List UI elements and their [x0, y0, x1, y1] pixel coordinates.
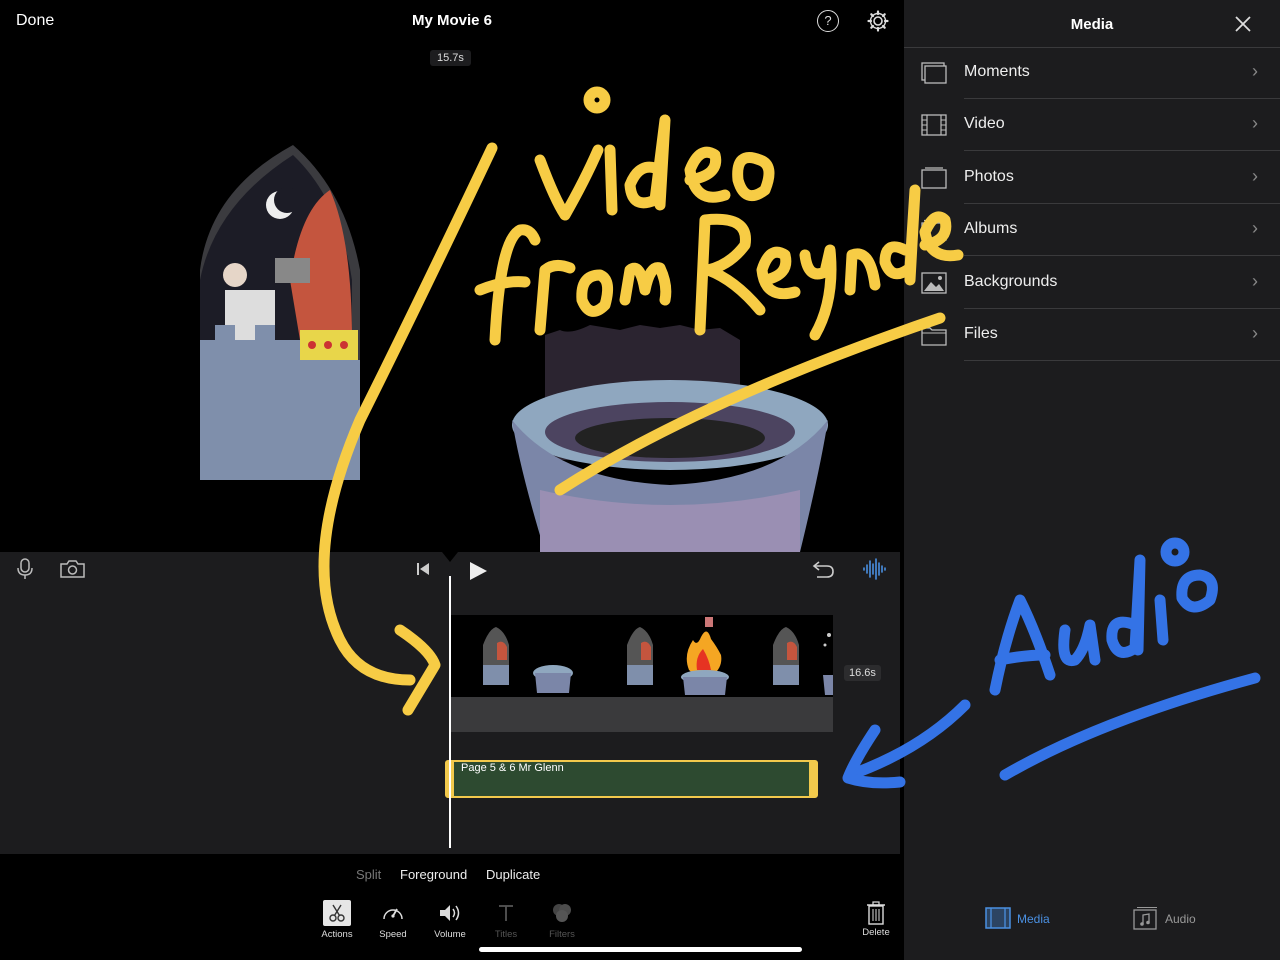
film-icon: [921, 114, 947, 136]
chevron-right-icon: ›: [1252, 61, 1258, 81]
chevron-right-icon: ›: [1252, 113, 1258, 133]
audio-waveform-icon[interactable]: [862, 558, 886, 580]
playhead-marker: [442, 552, 458, 562]
music-note-icon: [1133, 906, 1157, 930]
skip-to-start-icon[interactable]: [415, 561, 431, 577]
preview-frame-image: [200, 145, 828, 552]
undo-icon[interactable]: [811, 559, 835, 579]
media-row-label: Files: [964, 325, 998, 342]
playhead[interactable]: [449, 576, 451, 848]
tool-speed-label: Speed: [379, 929, 407, 940]
tool-volume[interactable]: Volume: [425, 900, 475, 940]
photos-icon: [921, 167, 947, 189]
play-icon[interactable]: [468, 560, 488, 582]
tool-actions-label: Actions: [321, 929, 353, 940]
video-clip-audio-track[interactable]: [451, 697, 833, 732]
moments-icon: [921, 62, 947, 84]
albums-icon: [921, 219, 947, 241]
media-panel-title: Media: [1070, 16, 1114, 33]
scissors-icon: [323, 900, 351, 926]
foreground-option[interactable]: Foreground: [400, 867, 467, 882]
tool-filters[interactable]: Filters: [537, 900, 587, 940]
preview-duration-badge: 15.7s: [430, 50, 471, 66]
delete-button[interactable]: Delete: [851, 900, 901, 938]
delete-label: Delete: [862, 927, 890, 938]
media-row-photos[interactable]: Photos ›: [904, 152, 1280, 204]
tab-media-label: Media: [1017, 912, 1050, 926]
media-row-label: Albums: [964, 220, 1018, 237]
film-icon: [985, 907, 1011, 929]
video-clip-thumbnails: [483, 617, 833, 695]
media-row-albums[interactable]: Albums ›: [904, 204, 1280, 256]
gear-icon[interactable]: [867, 10, 889, 32]
trash-icon: [867, 901, 885, 925]
video-clip[interactable]: [451, 615, 833, 697]
audio-clip-label: Page 5 & 6 Mr Glenn: [461, 762, 564, 774]
microphone-icon[interactable]: [16, 558, 34, 580]
video-preview[interactable]: [0, 40, 904, 552]
home-indicator: [479, 947, 802, 952]
split-option[interactable]: Split: [356, 867, 381, 882]
tool-speed[interactable]: Speed: [368, 900, 418, 940]
media-row-label: Video: [964, 115, 1005, 132]
chevron-right-icon: ›: [1252, 218, 1258, 238]
media-row-video[interactable]: Video ›: [904, 99, 1280, 151]
media-row-label: Photos: [964, 168, 1014, 185]
text-icon: [499, 905, 513, 921]
media-row-moments[interactable]: Moments ›: [904, 47, 1280, 99]
chevron-right-icon: ›: [1252, 323, 1258, 343]
filters-icon: [553, 904, 571, 922]
tool-titles[interactable]: Titles: [481, 900, 531, 940]
chevron-right-icon: ›: [1252, 271, 1258, 291]
camera-icon[interactable]: [60, 559, 85, 578]
duplicate-option[interactable]: Duplicate: [486, 867, 540, 882]
landscape-icon: [921, 272, 947, 294]
chevron-right-icon: ›: [1252, 166, 1258, 186]
project-title: My Movie 6: [411, 12, 493, 29]
tool-volume-label: Volume: [434, 929, 466, 940]
clip-duration-badge: 16.6s: [844, 665, 881, 681]
media-row-label: Moments: [964, 63, 1030, 80]
media-row-files[interactable]: Files ›: [904, 309, 1280, 361]
tab-audio-label: Audio: [1165, 912, 1196, 926]
tool-actions[interactable]: Actions: [312, 900, 362, 940]
media-row-label: Backgrounds: [964, 273, 1058, 290]
media-row-backgrounds[interactable]: Backgrounds ›: [904, 257, 1280, 309]
close-icon[interactable]: [1232, 13, 1254, 35]
tool-filters-label: Filters: [549, 929, 575, 940]
speaker-icon: [440, 905, 460, 921]
help-icon[interactable]: ?: [817, 10, 839, 32]
folder-icon: [921, 327, 947, 346]
tool-titles-label: Titles: [494, 929, 518, 940]
speedometer-icon: [383, 908, 403, 920]
